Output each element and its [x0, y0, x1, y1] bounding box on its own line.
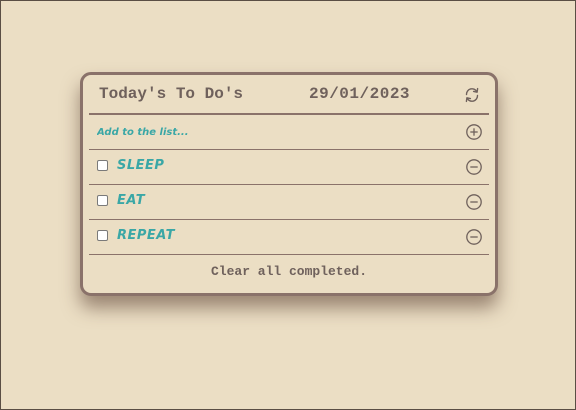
plus-circle-icon[interactable]	[465, 123, 483, 141]
list-item: SLEEP	[89, 150, 489, 185]
list-item: REPEAT	[89, 220, 489, 255]
minus-circle-icon[interactable]	[465, 158, 483, 176]
item-checkbox[interactable]	[97, 160, 108, 171]
minus-circle-icon[interactable]	[465, 228, 483, 246]
list-item: EAT	[89, 185, 489, 220]
todo-card: Today's To Do's 29/01/2023 SLEEP EAT	[80, 72, 498, 296]
refresh-icon[interactable]	[463, 86, 481, 104]
item-checkbox[interactable]	[97, 195, 108, 206]
card-header: Today's To Do's 29/01/2023	[89, 75, 489, 115]
add-item-row	[89, 115, 489, 150]
date-label: 29/01/2023	[309, 85, 411, 103]
add-item-input[interactable]	[97, 123, 437, 141]
item-checkbox[interactable]	[97, 230, 108, 241]
minus-circle-icon[interactable]	[465, 193, 483, 211]
item-label: SLEEP	[117, 158, 165, 173]
item-label: EAT	[117, 193, 146, 208]
clear-completed-button[interactable]: Clear all completed.	[83, 264, 495, 279]
page-title: Today's To Do's	[99, 85, 244, 103]
item-label: REPEAT	[117, 228, 175, 243]
